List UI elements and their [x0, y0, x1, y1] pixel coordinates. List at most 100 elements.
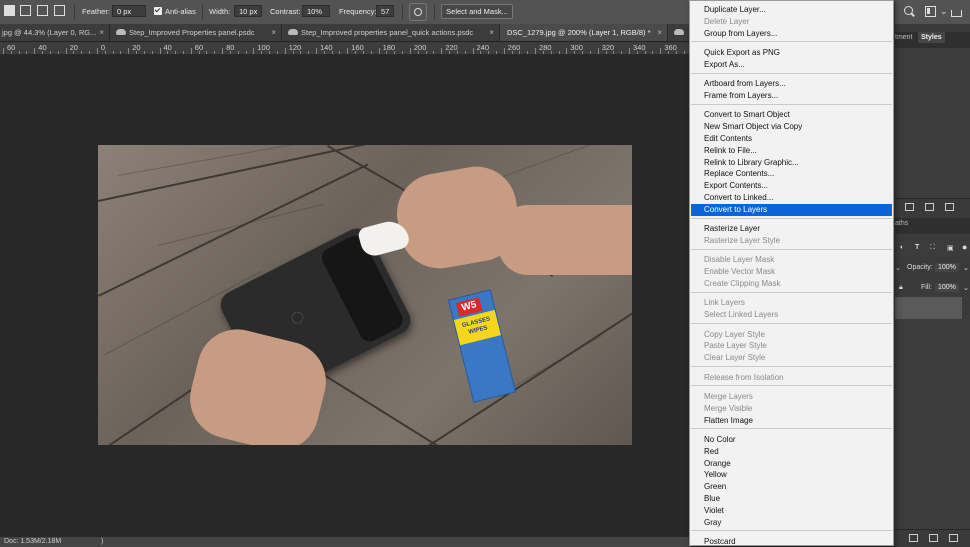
menu-item-red[interactable]: Red [691, 446, 892, 458]
new-selection-icon[interactable] [4, 5, 15, 16]
menu-item-no-color[interactable]: No Color [691, 434, 892, 446]
wood-grain [158, 203, 324, 246]
document-image[interactable]: W5 GLASSES WIPES [98, 145, 632, 445]
menu-item-group-from-layers[interactable]: Group from Layers... [691, 28, 892, 40]
fill-input[interactable]: 100% [935, 283, 959, 292]
contrast-input[interactable]: 10% [302, 5, 330, 17]
ruler-tick [417, 51, 419, 54]
menu-item-orange[interactable]: Orange [691, 458, 892, 470]
ruler-tick [269, 51, 271, 54]
tab-paths[interactable]: aths [895, 220, 908, 227]
menu-item-flatten-image[interactable]: Flatten Image [691, 415, 892, 427]
add-to-selection-icon[interactable] [20, 5, 31, 16]
ruler-tick [511, 51, 513, 54]
close-icon[interactable]: × [489, 24, 494, 41]
opacity-chevron-icon[interactable]: ⌄ [963, 264, 969, 272]
layer-filter-row: ◐ T ⛶ ▣ ● [895, 241, 970, 257]
trash-icon[interactable] [945, 203, 954, 211]
menu-separator [691, 217, 892, 219]
menu-item-edit-contents[interactable]: Edit Contents [691, 133, 892, 145]
styles-panel-tabs: tment Styles [895, 32, 970, 48]
opacity-label: Opacity: [907, 264, 933, 271]
width-label: Width: [209, 7, 231, 16]
new-group-icon[interactable] [909, 534, 918, 542]
close-icon[interactable]: × [657, 24, 662, 41]
menu-item-yellow[interactable]: Yellow [691, 469, 892, 481]
trash-icon[interactable] [949, 534, 958, 542]
menu-item-green[interactable]: Green [691, 481, 892, 493]
tab-document-3[interactable]: Step_Improved properties panel_quick act… [282, 24, 500, 41]
menu-item-gray[interactable]: Gray [691, 517, 892, 529]
tab-document-2[interactable]: Step_Improved Properties panel.psdc × [110, 24, 282, 41]
subtract-selection-icon[interactable] [37, 5, 48, 16]
menu-item-convert-to-layers[interactable]: Convert to Layers [691, 203, 892, 216]
menu-item-violet[interactable]: Violet [691, 505, 892, 517]
lock-icon[interactable]: 🔒︎ [899, 284, 903, 292]
layers-panel-tabs: aths [895, 218, 970, 234]
workspace-icon[interactable] [925, 6, 936, 17]
adjustment-filter-icon[interactable]: ◐ [900, 244, 904, 251]
layers-list [895, 319, 970, 529]
menu-item-replace-contents[interactable]: Replace Contents... [691, 168, 892, 180]
menu-item-export-as[interactable]: Export As... [691, 59, 892, 71]
menu-item-rasterize-layer[interactable]: Rasterize Layer [691, 223, 892, 235]
tab-document-active[interactable]: DSC_1279.jpg @ 200% (Layer 1, RGB/8) * × [500, 24, 668, 41]
menu-item-postcard[interactable]: Postcard [691, 536, 892, 545]
frequency-input[interactable]: 57 [376, 5, 394, 17]
intersect-selection-icon[interactable] [54, 5, 65, 16]
tab-styles[interactable]: Styles [918, 32, 945, 43]
menu-item-convert-to-linked[interactable]: Convert to Linked... [691, 192, 892, 204]
blend-mode-chevron-icon[interactable]: ⌄ [895, 264, 901, 272]
doc-size-readout: Doc: 1.53M/2.18M [4, 538, 62, 545]
menu-item-duplicate-layer[interactable]: Duplicate Layer... [691, 4, 892, 16]
new-layer-icon[interactable] [929, 534, 938, 542]
pen-pressure-icon[interactable] [409, 3, 427, 21]
menu-item-relink-to-library-graphic[interactable]: Relink to Library Graphic... [691, 157, 892, 169]
menu-item-blue[interactable]: Blue [691, 493, 892, 505]
ruler-tick [112, 51, 114, 54]
ruler-tick [65, 48, 67, 54]
tab-document-overflow[interactable] [668, 24, 690, 41]
opacity-input[interactable]: 100% [935, 263, 959, 272]
filter-toggle-icon[interactable]: ● [962, 242, 967, 252]
menu-item-relink-to-file[interactable]: Relink to File... [691, 145, 892, 157]
tab-adjustments[interactable]: tment [895, 34, 913, 41]
layer-row-selected[interactable] [895, 297, 962, 319]
close-icon[interactable]: × [99, 24, 104, 41]
close-icon[interactable]: × [271, 24, 276, 41]
select-and-mask-button[interactable]: Select and Mask... [441, 4, 513, 19]
folder-icon[interactable] [905, 203, 914, 211]
menu-item-merge-layers: Merge Layers [704, 392, 753, 401]
shape-filter-icon[interactable]: ⛶ [930, 244, 935, 252]
ruler-tick [18, 51, 20, 54]
search-icon[interactable] [904, 6, 915, 17]
ruler-tick [480, 51, 482, 54]
menu-item-export-contents[interactable]: Export Contents... [691, 180, 892, 192]
type-filter-icon[interactable]: T [915, 244, 919, 251]
status-menu-arrow[interactable]: ) [101, 538, 103, 545]
ruler-tick [597, 48, 599, 54]
ruler-tick [316, 48, 317, 54]
smart-object-filter-icon[interactable]: ▣ [947, 244, 954, 252]
opacity-control: ⌄ Opacity: 100% ⌄ [895, 261, 970, 275]
layer-context-menu: Duplicate Layer... Delete Layer Group from… [689, 0, 894, 546]
menu-item-artboard-from-layers[interactable]: Artboard from Layers... [691, 78, 892, 90]
menu-item-frame-from-layers[interactable]: Frame from Layers... [691, 90, 892, 102]
share-icon[interactable] [951, 10, 962, 17]
antialias-checkbox[interactable] [154, 7, 162, 15]
menu-item-new-smart-object-via-copy[interactable]: New Smart Object via Copy [691, 121, 892, 133]
menu-item-quick-export-as-png[interactable]: Quick Export as PNG [691, 47, 892, 59]
chevron-down-icon[interactable]: ⌄ [940, 6, 948, 17]
ruler-tick [394, 51, 396, 54]
tab-document-1[interactable]: jpg @ 44.3% (Layer 0, RG... × [0, 24, 110, 41]
fill-label: Fill: [921, 284, 932, 291]
feather-input[interactable]: 0 px [112, 5, 146, 17]
width-input[interactable]: 10 px [234, 5, 262, 17]
fill-chevron-icon[interactable]: ⌄ [963, 284, 969, 292]
new-style-icon[interactable] [925, 203, 934, 211]
wipes-label-text: GLASSES WIPES [461, 316, 491, 336]
ruler-label: 100 [257, 43, 270, 52]
menu-separator [691, 72, 892, 74]
divider [74, 4, 75, 20]
menu-item-convert-to-smart-object[interactable]: Convert to Smart Object [691, 109, 892, 121]
